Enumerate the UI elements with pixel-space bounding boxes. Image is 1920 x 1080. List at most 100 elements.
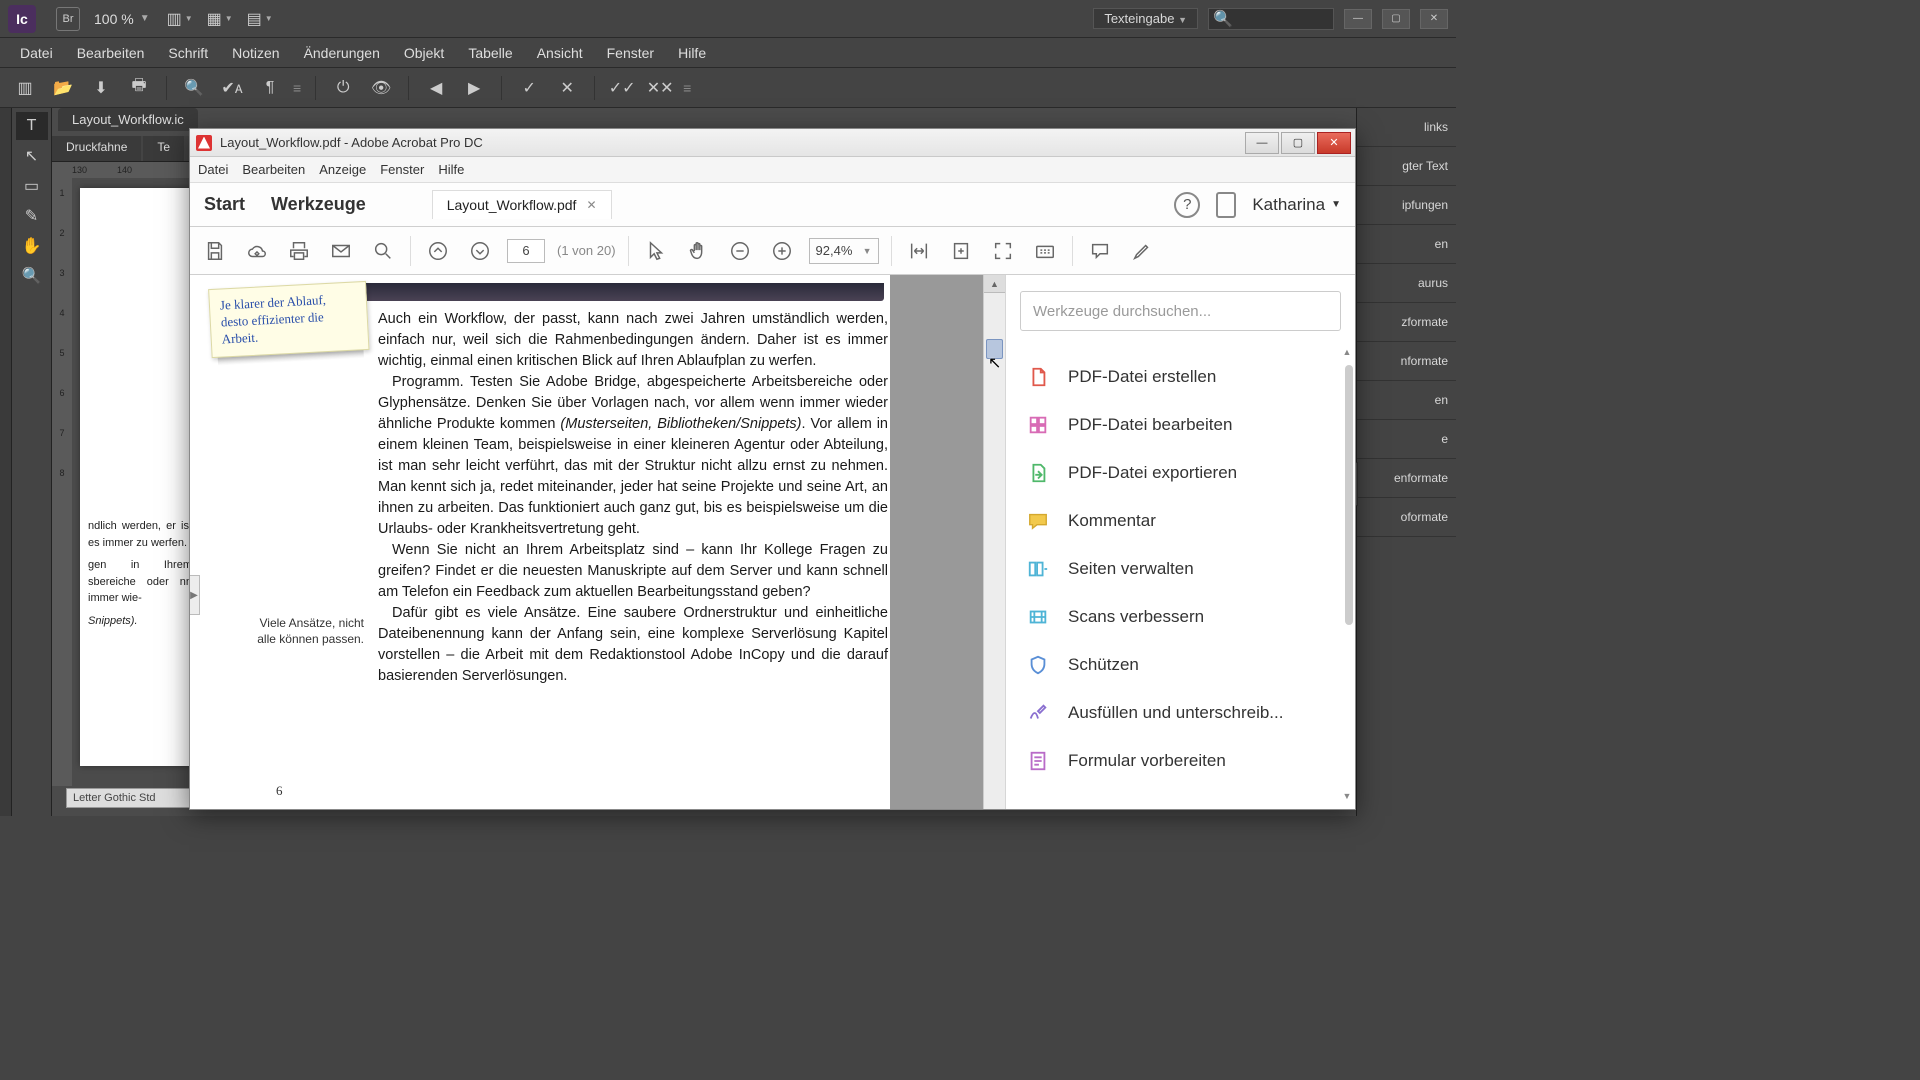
mobile-link-icon[interactable] <box>1216 192 1236 218</box>
menu-schrift[interactable]: Schrift <box>156 41 220 65</box>
panel-collapse-icon[interactable]: ▶ <box>190 575 200 615</box>
note-tool-icon[interactable]: ▭ <box>16 172 48 200</box>
menu-datei[interactable]: Datei <box>8 41 65 65</box>
panel-scroll-down-icon[interactable]: ▼ <box>1341 791 1353 805</box>
tool-search-input[interactable]: Werkzeuge durchsuchen... <box>1020 291 1341 331</box>
cloud-icon[interactable] <box>242 236 272 266</box>
tool-enhance-scans[interactable]: Scans verbessern <box>1020 593 1341 641</box>
new-icon[interactable]: ▥ <box>10 73 40 103</box>
user-menu[interactable]: Katharina▼ <box>1252 195 1341 215</box>
panel-notes2[interactable]: en <box>1357 381 1456 420</box>
zoom-in-icon[interactable] <box>767 236 797 266</box>
acrobat-close-button[interactable]: ✕ <box>1317 132 1351 154</box>
text-tool-icon[interactable]: T <box>16 112 48 140</box>
menu-aenderungen[interactable]: Änderungen <box>292 41 392 65</box>
open-icon[interactable]: 📂 <box>48 73 78 103</box>
page-number-input[interactable] <box>507 239 545 263</box>
view-druckfahne[interactable]: Druckfahne <box>52 136 141 161</box>
incopy-doc-tab[interactable]: Layout_Workflow.ic <box>58 108 198 131</box>
hand-tool-icon[interactable]: ✋ <box>16 232 48 260</box>
panel-pstyles[interactable]: zformate <box>1357 303 1456 342</box>
menu-fenster[interactable]: Fenster <box>595 41 666 65</box>
view-mode-2-icon[interactable]: ▦▼ <box>206 5 234 33</box>
incopy-search-input[interactable]: 🔍 <box>1208 8 1334 30</box>
fit-page-icon[interactable] <box>946 236 976 266</box>
print-icon[interactable]: 🖶 <box>124 73 154 103</box>
acro-menu-hilfe[interactable]: Hilfe <box>438 162 464 177</box>
incopy-zoom-select[interactable]: 100 %▼ <box>94 11 150 27</box>
bridge-icon[interactable]: Br <box>56 7 80 31</box>
menu-ansicht[interactable]: Ansicht <box>525 41 595 65</box>
comment-icon[interactable] <box>1085 236 1115 266</box>
nav-back-icon[interactable]: ◀ <box>421 73 451 103</box>
zoom-out-icon[interactable] <box>725 236 755 266</box>
incopy-minimize-button[interactable]: — <box>1344 9 1372 29</box>
acro-menu-datei[interactable]: Datei <box>198 162 228 177</box>
spellcheck-icon[interactable]: ✔ᴀ <box>217 73 247 103</box>
panel-tblfmt[interactable]: enformate <box>1357 459 1456 498</box>
find-icon[interactable]: 🔍 <box>179 73 209 103</box>
panel-scroll-thumb[interactable] <box>1345 365 1353 625</box>
acrobat-minimize-button[interactable]: — <box>1245 132 1279 154</box>
tool-create-pdf[interactable]: PDF-Datei erstellen <box>1020 353 1341 401</box>
menu-tabelle[interactable]: Tabelle <box>456 41 524 65</box>
panel-cstyles[interactable]: nformate <box>1357 342 1456 381</box>
panel-thesaurus[interactable]: aurus <box>1357 264 1456 303</box>
acrobat-titlebar[interactable]: Layout_Workflow.pdf - Adobe Acrobat Pro … <box>190 129 1355 157</box>
view-mode-3-icon[interactable]: ▤▼ <box>246 5 274 33</box>
acro-menu-bearbeiten[interactable]: Bearbeiten <box>242 162 305 177</box>
direct-tool-icon[interactable]: ↖ <box>16 142 48 170</box>
panel-text[interactable]: gter Text <box>1357 147 1456 186</box>
tool-fill-sign[interactable]: Ausfüllen und unterschreib... <box>1020 689 1341 737</box>
workspace-select[interactable]: Texteingabe ▼ <box>1093 8 1198 29</box>
incopy-close-button[interactable]: ✕ <box>1420 9 1448 29</box>
accept-icon[interactable]: ✓ <box>514 73 544 103</box>
hand-tool-icon[interactable] <box>683 236 713 266</box>
highlight-icon[interactable] <box>1127 236 1157 266</box>
show-hidden-icon[interactable]: ¶ <box>255 73 285 103</box>
panel-notes[interactable]: en <box>1357 225 1456 264</box>
document-viewport[interactable]: Je klarer der Ablauf, desto effizienter … <box>190 275 1005 809</box>
acro-menu-anzeige[interactable]: Anzeige <box>319 162 366 177</box>
scroll-up-icon[interactable]: ▲ <box>984 275 1005 293</box>
document-tab[interactable]: Layout_Workflow.pdf ✕ <box>432 190 612 219</box>
view-text[interactable]: Te <box>143 136 184 161</box>
fullscreen-icon[interactable] <box>988 236 1018 266</box>
tool-comment[interactable]: Kommentar <box>1020 497 1341 545</box>
search-icon[interactable] <box>368 236 398 266</box>
tab-start[interactable]: Start <box>204 194 245 215</box>
tool-prepare-form[interactable]: Formular vorbereiten <box>1020 737 1341 785</box>
panel-objfmt[interactable]: oformate <box>1357 498 1456 537</box>
sticky-note[interactable]: Je klarer der Ablauf, desto effizienter … <box>208 281 370 366</box>
panel-e[interactable]: e <box>1357 420 1456 459</box>
eyedropper-tool-icon[interactable]: ✎ <box>16 202 48 230</box>
acro-menu-fenster[interactable]: Fenster <box>380 162 424 177</box>
document-scrollbar[interactable]: ▲ ↖ <box>983 275 1005 809</box>
incopy-maximize-button[interactable]: ▢ <box>1382 9 1410 29</box>
panel-hyperlinks[interactable]: ipfungen <box>1357 186 1456 225</box>
tool-protect[interactable]: Schützen <box>1020 641 1341 689</box>
save-icon[interactable]: ⬇ <box>86 73 116 103</box>
acrobat-maximize-button[interactable]: ▢ <box>1281 132 1315 154</box>
help-icon[interactable]: ? <box>1174 192 1200 218</box>
menu-notizen[interactable]: Notizen <box>220 41 291 65</box>
page-down-icon[interactable] <box>465 236 495 266</box>
page-up-icon[interactable] <box>423 236 453 266</box>
save-icon[interactable] <box>200 236 230 266</box>
nav-fwd-icon[interactable]: ▶ <box>459 73 489 103</box>
panel-scroll-up-icon[interactable]: ▲ <box>1341 347 1353 361</box>
menu-hilfe[interactable]: Hilfe <box>666 41 718 65</box>
tab-werkzeuge[interactable]: Werkzeuge <box>271 194 366 215</box>
toolbar-overflow-2[interactable]: ≡ <box>683 80 693 96</box>
tool-export-pdf[interactable]: PDF-Datei exportieren <box>1020 449 1341 497</box>
read-mode-icon[interactable] <box>1030 236 1060 266</box>
tool-organize-pages[interactable]: Seiten verwalten <box>1020 545 1341 593</box>
accept-all-icon[interactable]: ✓✓ <box>607 73 637 103</box>
eye-icon[interactable]: 👁 <box>366 73 396 103</box>
panel-links[interactable]: links <box>1357 108 1456 147</box>
print-icon[interactable] <box>284 236 314 266</box>
toolbar-overflow-1[interactable]: ≡ <box>293 80 303 96</box>
zoom-level-select[interactable]: 92,4%▼ <box>809 238 879 264</box>
power-icon[interactable]: ⏻ <box>328 73 358 103</box>
tool-edit-pdf[interactable]: PDF-Datei bearbeiten <box>1020 401 1341 449</box>
